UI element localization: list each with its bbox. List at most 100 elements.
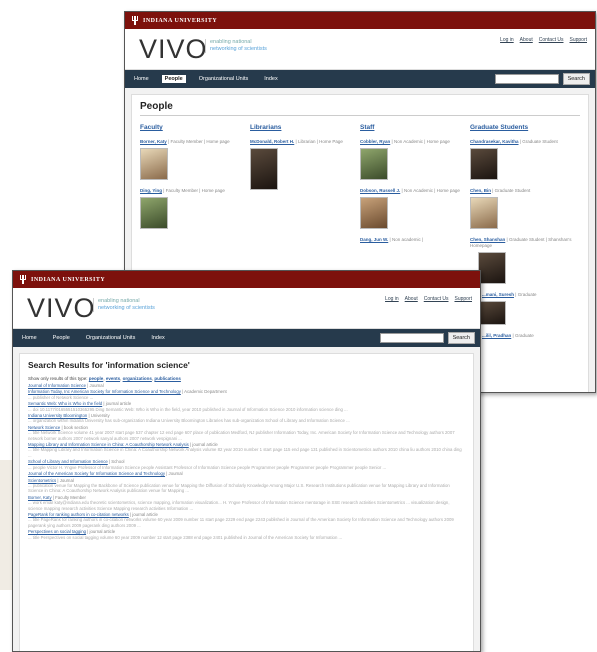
vivo-header: VIVO enabling national networking of sci… bbox=[13, 288, 480, 329]
person-name[interactable]: Cobbler, Ryan bbox=[360, 139, 390, 144]
result-snippet: ... publication venue for Mapping the Ba… bbox=[28, 482, 450, 494]
result-type: | journal article bbox=[189, 442, 218, 448]
search-button[interactable]: Search bbox=[447, 332, 475, 344]
search-button[interactable]: Search bbox=[562, 73, 590, 85]
result-title-link[interactable]: School of Library and Information Scienc… bbox=[28, 459, 108, 464]
iu-trident-icon bbox=[132, 16, 138, 25]
filter-events-link[interactable]: events bbox=[106, 376, 120, 381]
result-title-link[interactable]: Semantic Web: Who is Who in the field bbox=[28, 401, 102, 406]
tagline-line2: networking of scientists bbox=[210, 46, 267, 52]
result-title-link[interactable]: Scientometrics bbox=[28, 478, 56, 483]
iu-header-bar: INDIANA UNIVERSITY bbox=[125, 12, 595, 29]
person-name[interactable]: Ding, Ying bbox=[140, 188, 162, 193]
person-name[interactable]: ...mani, Suresh bbox=[482, 292, 514, 297]
vivo-header: VIVO enabling national networking of sci… bbox=[125, 29, 595, 70]
left-edge-decoration bbox=[0, 460, 12, 590]
person-entry: Chen, Bin | Graduate Student bbox=[470, 188, 574, 194]
vivo-logo[interactable]: VIVO bbox=[27, 293, 96, 323]
result-type: | University bbox=[88, 413, 110, 419]
person-photo[interactable] bbox=[140, 148, 168, 180]
search-result-item: Mapping Library and Information Science … bbox=[28, 442, 465, 458]
person-name[interactable]: Dobson, Russell J. bbox=[360, 188, 400, 193]
result-snippet: ... work email katy@indiana.edu theoreti… bbox=[28, 500, 450, 511]
person-role: | Faculty Member | Home page bbox=[163, 188, 225, 193]
result-type: | journal article bbox=[130, 511, 158, 517]
result-snippet: ... title Network Science volume 41 year… bbox=[28, 430, 455, 441]
contact-link[interactable]: Contact Us bbox=[424, 296, 449, 302]
result-title-link[interactable]: Journal of the American Society for Info… bbox=[28, 471, 165, 476]
vivo-tagline: enabling national networking of scientis… bbox=[93, 298, 155, 312]
contact-link[interactable]: Contact Us bbox=[539, 37, 564, 43]
about-link[interactable]: About bbox=[520, 37, 533, 43]
search-result-item: Information Today, Inc American Society … bbox=[28, 389, 465, 400]
search-input[interactable] bbox=[495, 74, 559, 84]
person-photo[interactable] bbox=[470, 148, 498, 180]
result-title-link[interactable]: Network Science bbox=[28, 425, 60, 430]
result-snippet: ... publisher of Network Science ... bbox=[28, 394, 94, 400]
tab-people[interactable]: People bbox=[50, 334, 73, 342]
person-photo[interactable] bbox=[478, 252, 506, 284]
login-link[interactable]: Log in bbox=[385, 296, 399, 302]
person-photo[interactable] bbox=[250, 148, 278, 190]
person-name[interactable]: Chandrasekar, Kavitha bbox=[470, 139, 519, 144]
search-input[interactable] bbox=[380, 333, 444, 343]
tab-people[interactable]: People bbox=[161, 75, 186, 83]
result-snippet: ... title Mapping Library and Informatio… bbox=[28, 447, 462, 458]
vivo-logo[interactable]: VIVO bbox=[139, 34, 208, 64]
filter-organizations-link[interactable]: organizations bbox=[123, 376, 152, 381]
person-name[interactable]: Chen, Shanshan bbox=[470, 237, 505, 242]
about-link[interactable]: About bbox=[405, 296, 418, 302]
person-photo[interactable] bbox=[470, 197, 498, 229]
tab-home[interactable]: Home bbox=[19, 334, 40, 342]
person-photo[interactable] bbox=[360, 148, 388, 180]
person-photo[interactable] bbox=[360, 197, 388, 229]
person-entry: Ding, Ying | Faculty Member | Home page bbox=[140, 188, 244, 194]
result-title-link[interactable]: PageRank for ranking authors in co-citat… bbox=[28, 512, 129, 517]
person-role: | Graduate Student bbox=[519, 139, 558, 144]
filter-people-link[interactable]: people bbox=[89, 376, 104, 381]
tab-index[interactable]: Index bbox=[148, 334, 167, 342]
result-title-link[interactable]: Journal of Information Science bbox=[28, 383, 86, 388]
result-title-link[interactable]: Indiana University Bloomington bbox=[28, 413, 87, 418]
person-entry: ...ilil, Pradhan | Graduate bbox=[482, 333, 574, 339]
result-type: | Academic Department bbox=[182, 389, 227, 395]
person-photo[interactable] bbox=[478, 301, 506, 325]
person-name[interactable]: McDonald, Robert H. bbox=[250, 139, 294, 144]
search-results-window: INDIANA UNIVERSITY VIVO enabling nationa… bbox=[12, 270, 481, 652]
result-title-link[interactable]: Perspectives on social tagging bbox=[28, 529, 86, 534]
person-name[interactable]: Dang, Jun W. bbox=[360, 237, 388, 242]
person-name[interactable]: ...ilil, Pradhan bbox=[482, 333, 511, 338]
result-title-link[interactable]: Information Today, Inc American Society … bbox=[28, 389, 181, 394]
person-role: | Non Academic | Home page bbox=[391, 139, 450, 144]
tab-index[interactable]: Index bbox=[261, 75, 280, 83]
person-name[interactable]: Borner, Katy bbox=[140, 139, 167, 144]
iu-label: INDIANA UNIVERSITY bbox=[143, 17, 218, 24]
person-name[interactable]: Chen, Bin bbox=[470, 188, 491, 193]
result-title-link[interactable]: Mapping Library and Information Science … bbox=[28, 442, 189, 447]
column-heading-faculty[interactable]: Faculty bbox=[140, 124, 244, 131]
column-heading-graduate-students[interactable]: Graduate Students bbox=[470, 124, 574, 131]
support-link[interactable]: Support bbox=[454, 296, 472, 302]
search-result-item: Journal of the American Society for Info… bbox=[28, 471, 465, 476]
result-type: | Journal bbox=[57, 477, 74, 483]
filter-publications-link[interactable]: publications bbox=[154, 376, 181, 381]
tab-home[interactable]: Home bbox=[131, 75, 152, 83]
support-link[interactable]: Support bbox=[569, 37, 587, 43]
filter-prefix: Show only results of this type: bbox=[28, 376, 88, 381]
column-heading-staff[interactable]: Staff bbox=[360, 124, 464, 131]
login-link[interactable]: Log in bbox=[500, 37, 514, 43]
main-nav: Home People Organizational Units Index S… bbox=[13, 329, 480, 347]
top-links: Log in About Contact Us Support bbox=[494, 37, 587, 43]
person-role: | Faculty Member | Home page bbox=[168, 139, 230, 144]
tab-organizational-units[interactable]: Organizational Units bbox=[196, 75, 252, 83]
column-heading-librarians[interactable]: Librarians bbox=[250, 124, 354, 131]
result-title-link[interactable]: Borner, Katy bbox=[28, 495, 52, 500]
search-result-item: Semantic Web: Who is Who in the field | … bbox=[28, 401, 465, 412]
result-type: | Journal bbox=[87, 383, 104, 388]
iu-header-bar: INDIANA UNIVERSITY bbox=[13, 271, 480, 288]
person-entry: ...mani, Suresh | Graduate bbox=[482, 292, 574, 298]
tab-organizational-units[interactable]: Organizational Units bbox=[83, 334, 139, 342]
result-snippet: ... doi 10.1177/0165551510365295 Ding Se… bbox=[28, 406, 348, 412]
person-photo[interactable] bbox=[140, 197, 168, 229]
result-snippet: ... organization within Indiana Universi… bbox=[28, 418, 350, 424]
